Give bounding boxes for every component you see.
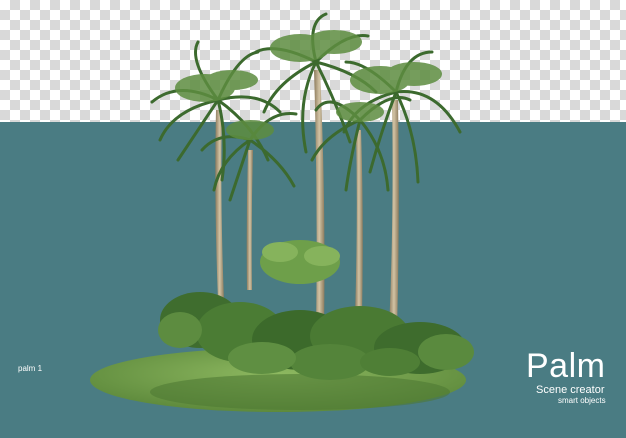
palm-trunk — [389, 100, 399, 330]
brand-subtitle: Scene creator — [536, 384, 605, 396]
grass-shadow — [150, 374, 450, 410]
brand-tagline: smart objects — [558, 396, 606, 405]
item-label: palm 1 — [18, 364, 43, 373]
scene-canvas: palm 1 Palm Scene creator smart objects — [0, 0, 626, 438]
brand-title: Palm — [526, 347, 606, 385]
fan-palm — [260, 240, 340, 284]
palm-trunk — [355, 130, 363, 315]
palm-trunk — [246, 150, 253, 290]
brand-block: Palm Scene creator smart objects — [526, 348, 606, 405]
